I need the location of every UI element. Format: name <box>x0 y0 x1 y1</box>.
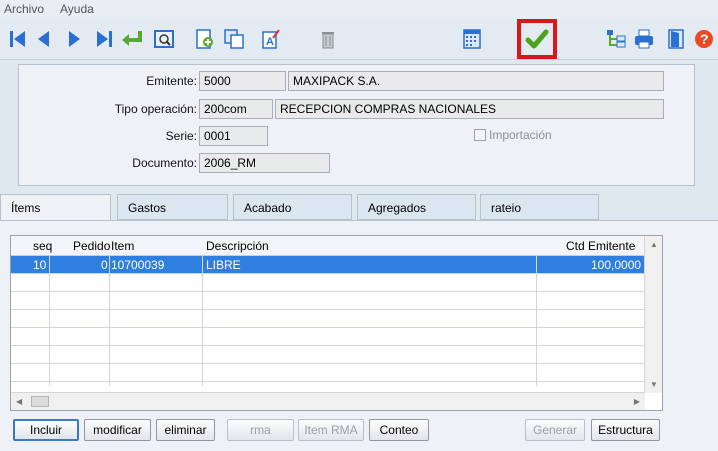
table-row[interactable] <box>11 328 645 346</box>
emitente-code-field[interactable]: 5000 <box>199 71 286 91</box>
generar-button[interactable]: Generar <box>525 419 585 441</box>
items-grid[interactable]: seq Pedido Item Descripción Ctd Emitente… <box>10 235 663 411</box>
scroll-up-arrow-icon[interactable]: ▲ <box>650 240 658 249</box>
exit-door-icon[interactable] <box>664 27 688 51</box>
prev-record-icon[interactable] <box>32 27 56 51</box>
scroll-down-arrow-icon[interactable]: ▼ <box>650 380 658 389</box>
items-panel: seq Pedido Item Descripción Ctd Emitente… <box>0 220 718 413</box>
tree-icon[interactable] <box>604 27 628 51</box>
cell-seq: 10 <box>33 258 47 272</box>
tipo-operacion-code-field[interactable]: 200com <box>199 99 273 119</box>
cell-pedido: 0 <box>101 258 108 272</box>
table-row[interactable]: 10 0 10700039 LIBRE 100,0000 <box>11 256 645 274</box>
emitente-label: Emitente: <box>146 74 197 88</box>
horizontal-scrollbar[interactable]: ◀ ▶ <box>11 392 645 410</box>
table-row[interactable] <box>11 346 645 364</box>
modificar-button[interactable]: modificar <box>84 419 151 441</box>
tab-rateio[interactable]: rateio <box>480 194 599 220</box>
return-icon[interactable] <box>120 27 144 51</box>
documento-label: Documento: <box>132 156 197 170</box>
tab-strip: Ítems Gastos Acabado Agregados rateio <box>0 194 718 221</box>
menu-archivo[interactable]: Archivo <box>4 2 44 16</box>
rma-button[interactable]: rma <box>227 419 294 441</box>
new-document-icon[interactable] <box>192 27 216 51</box>
edit-text-icon[interactable]: A <box>258 27 282 51</box>
next-record-icon[interactable] <box>62 27 86 51</box>
importacion-checkbox[interactable] <box>474 129 486 141</box>
grid-header: seq Pedido Item Descripción Ctd Emitente <box>11 236 662 256</box>
svg-text:?: ? <box>700 31 709 47</box>
serie-label: Serie: <box>165 129 197 143</box>
confirm-check-icon[interactable] <box>517 19 557 59</box>
column-divider <box>109 256 110 386</box>
tab-agregados[interactable]: Agregados <box>357 194 476 220</box>
calendar-icon[interactable] <box>460 27 484 51</box>
incluir-button[interactable]: Incluir <box>13 419 79 441</box>
tab-items[interactable]: Ítems <box>0 194 111 221</box>
copy-icon[interactable] <box>222 27 246 51</box>
emitente-name-field[interactable]: MAXIPACK S.A. <box>288 71 664 91</box>
trash-icon[interactable] <box>316 27 340 51</box>
tipo-operacion-name-field[interactable]: RECEPCION COMPRAS NACIONALES <box>275 99 664 119</box>
print-icon[interactable] <box>632 27 656 51</box>
menu-ayuda[interactable]: Ayuda <box>60 2 94 16</box>
conteo-button[interactable]: Conteo <box>369 419 429 441</box>
menu-bar: Archivo Ayuda <box>0 0 718 18</box>
cell-item: 10700039 <box>111 258 165 272</box>
header-form: Emitente: 5000 MAXIPACK S.A. Tipo operac… <box>18 64 695 186</box>
importacion-label: Importación <box>489 128 552 142</box>
scroll-left-arrow-icon[interactable]: ◀ <box>16 397 22 406</box>
action-bar: Incluir modificar eliminar rma Item RMA … <box>0 413 718 451</box>
eliminar-button[interactable]: eliminar <box>156 419 215 441</box>
column-divider <box>202 256 203 386</box>
cell-ctd-emitente: 100,0000 <box>591 258 642 272</box>
col-header-ctd-emitente[interactable]: Ctd Emitente <box>566 239 635 253</box>
horizontal-scroll-thumb[interactable] <box>31 396 49 407</box>
toolbar: A ? <box>0 18 718 60</box>
tab-acabado[interactable]: Acabado <box>233 194 352 220</box>
last-record-icon[interactable] <box>92 27 116 51</box>
table-row[interactable] <box>11 364 645 382</box>
serie-field[interactable]: 0001 <box>199 126 268 146</box>
cell-descripcion: LIBRE <box>206 258 241 272</box>
table-row[interactable] <box>11 274 645 292</box>
col-header-pedido[interactable]: Pedido <box>73 239 110 253</box>
vertical-scrollbar[interactable]: ▲ ▼ <box>644 236 662 393</box>
tipo-operacion-label: Tipo operación: <box>114 102 197 116</box>
tab-gastos[interactable]: Gastos <box>117 194 228 220</box>
first-record-icon[interactable] <box>6 27 30 51</box>
estructura-button[interactable]: Estructura <box>591 419 660 441</box>
table-row[interactable] <box>11 292 645 310</box>
documento-field[interactable]: 2006_RM <box>199 153 330 173</box>
col-header-seq[interactable]: seq <box>33 239 52 253</box>
help-icon[interactable]: ? <box>692 27 716 51</box>
column-divider <box>536 256 537 386</box>
col-header-item[interactable]: Item <box>111 239 134 253</box>
col-header-descripcion[interactable]: Descripción <box>206 239 269 253</box>
scroll-right-arrow-icon[interactable]: ▶ <box>634 397 640 406</box>
preview-icon[interactable] <box>152 27 176 51</box>
item-rma-button[interactable]: Item RMA <box>298 419 364 441</box>
column-divider <box>49 256 50 386</box>
table-row[interactable] <box>11 310 645 328</box>
